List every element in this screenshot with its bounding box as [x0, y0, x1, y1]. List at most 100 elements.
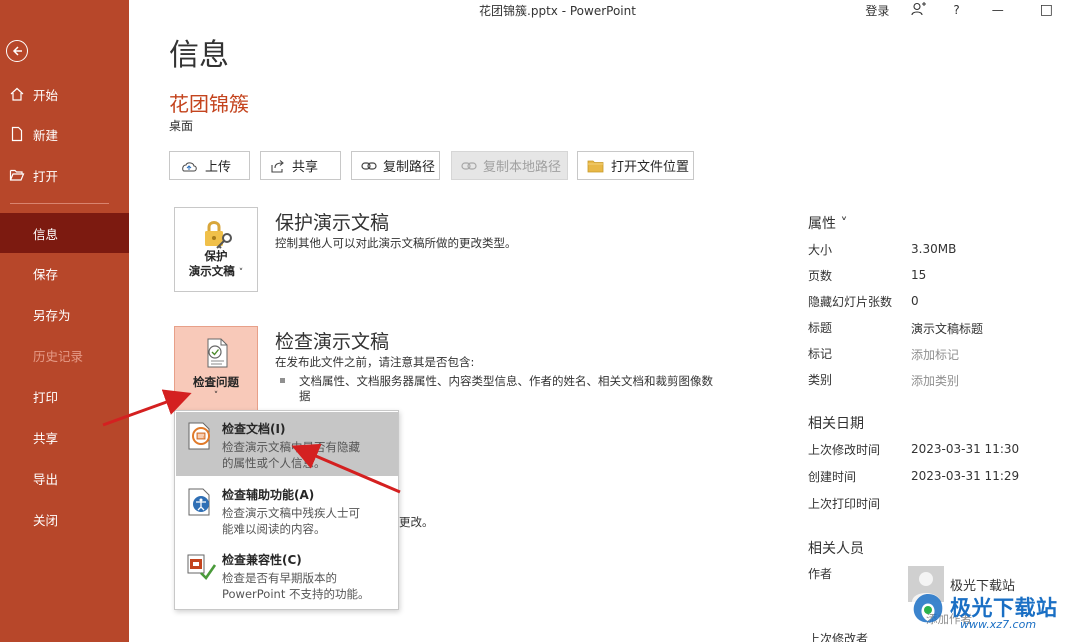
nav-home-label: 开始 [33, 87, 59, 103]
compatibility-icon [187, 554, 217, 581]
title-bar-controls: 登录 ? — □ [865, 0, 1066, 20]
add-category-field[interactable]: 添加类别 [911, 372, 959, 389]
nav-new-label: 新建 [33, 127, 59, 143]
help-button[interactable]: ? [953, 3, 959, 17]
inspect-description: 在发布此文件之前，请注意其是否包含: [275, 355, 475, 369]
nav-print-label: 打印 [33, 389, 59, 405]
accessibility-icon [188, 488, 210, 516]
maximize-button[interactable]: □ [1040, 2, 1053, 18]
back-arrow-icon[interactable] [6, 40, 28, 62]
cloud-upload-icon [182, 161, 197, 171]
backstage-sidebar: 开始 新建 打开 信息 保存 另存为 历史记录 打印 共享 导出 关闭 [0, 0, 129, 642]
prop-value: 3.30MB [911, 242, 957, 256]
menu-item-title: 检查文档(I) [222, 422, 286, 436]
nav-history-label: 历史记录 [33, 348, 84, 364]
menu-item-description: 检查是否有早期版本的 PowerPoint 不支持的功能。 [222, 571, 370, 601]
bullet-marker [280, 378, 285, 383]
nav-save-as[interactable]: 另存为 [0, 294, 129, 334]
protect-card-line2: 演示文稿 ˅ [188, 264, 244, 278]
prop-label: 类别 [808, 373, 833, 387]
nav-share-label: 共享 [33, 430, 59, 446]
menu-item-inspect-document[interactable]: 检查文档(I) 检查演示文稿中是否有隐藏 的属性或个人信息。 [176, 412, 398, 476]
prop-label: 页数 [808, 269, 833, 283]
properties-heading[interactable]: 属性 ˅ [808, 213, 847, 233]
watermark-url: www.xz7.com [960, 618, 1037, 631]
menu-item-check-accessibility[interactable]: 检查辅助功能(A) 检查演示文稿中残疾人士可 能难以阅读的内容。 [176, 478, 398, 542]
add-tags-field[interactable]: 添加标记 [911, 346, 959, 363]
nav-save-label: 保存 [33, 266, 59, 282]
watermark-logo [913, 594, 943, 623]
upload-button[interactable]: 上传 [169, 151, 250, 180]
inspect-card-label: 检查问题 [193, 375, 239, 389]
date-label: 上次修改时间 [808, 443, 881, 457]
related-dates-heading: 相关日期 [808, 416, 864, 432]
inspect-dropdown-menu: 检查文档(I) 检查演示文稿中是否有隐藏 的属性或个人信息。 检查辅助功能(A) … [174, 410, 399, 610]
prop-title-value[interactable]: 演示文稿标题 [911, 320, 983, 337]
related-people-heading: 相关人员 [808, 541, 864, 557]
copy-local-path-label: 复制本地路径 [483, 160, 562, 175]
prop-value: 15 [911, 268, 927, 282]
folder-icon [587, 160, 604, 172]
nav-info-label: 信息 [33, 226, 59, 242]
nav-open[interactable]: 打开 [0, 155, 129, 195]
menu-item-description: 检查演示文稿中是否有隐藏 的属性或个人信息。 [222, 440, 360, 470]
chevron-down-icon: ˅ [238, 268, 244, 278]
author-label: 作者 [808, 567, 833, 581]
account-icon[interactable] [911, 1, 927, 19]
date-value: 2023-03-31 11:30 [911, 442, 1020, 456]
open-file-location-label: 打开文件位置 [611, 160, 690, 175]
home-icon [10, 87, 24, 101]
obscured-text: 更改。 [399, 515, 434, 529]
nav-close-label: 关闭 [33, 512, 59, 528]
nav-close[interactable]: 关闭 [0, 499, 129, 539]
document-location: 桌面 [169, 119, 194, 133]
menu-item-title: 检查辅助功能(A) [222, 488, 315, 502]
nav-save[interactable]: 保存 [0, 253, 129, 293]
date-value: 2023-03-31 11:29 [911, 469, 1020, 483]
share-button[interactable]: 共享 [260, 151, 341, 180]
inspect-title: 检查演示文稿 [275, 331, 390, 353]
link-icon [361, 161, 377, 170]
upload-label: 上传 [205, 160, 232, 175]
nav-print[interactable]: 打印 [0, 376, 129, 416]
share-icon [271, 159, 284, 173]
protect-title: 保护演示文稿 [275, 212, 390, 234]
prop-label: 隐藏幻灯片张数 [808, 295, 893, 309]
nav-info[interactable]: 信息 [0, 213, 129, 253]
chevron-down-icon: ˅ [213, 391, 219, 401]
menu-item-check-compatibility[interactable]: 检查兼容性(C) 检查是否有早期版本的 PowerPoint 不支持的功能。 [176, 543, 398, 607]
nav-history: 历史记录 [0, 335, 129, 375]
copy-local-path-button: 复制本地路径 [451, 151, 568, 180]
nav-save-as-label: 另存为 [33, 307, 71, 323]
annotation-arrows [102, 389, 401, 494]
folder-open-icon [9, 169, 25, 181]
prop-value: 0 [911, 294, 919, 308]
prop-label: 标记 [808, 347, 833, 361]
nav-new[interactable]: 新建 [0, 114, 129, 154]
share-label: 共享 [292, 160, 319, 175]
menu-item-title: 检查兼容性(C) [222, 553, 302, 567]
nav-home[interactable]: 开始 [0, 74, 129, 114]
nav-open-label: 打开 [33, 168, 59, 184]
login-link[interactable]: 登录 [865, 2, 889, 19]
link-icon [461, 161, 477, 170]
inspect-bullet-line2: 据 [299, 389, 311, 403]
protect-description: 控制其他人可以对此演示文稿所做的更改类型。 [275, 236, 517, 250]
date-label: 创建时间 [808, 470, 857, 484]
prop-label: 标题 [808, 321, 833, 335]
open-file-location-button[interactable]: 打开文件位置 [577, 151, 694, 180]
nav-divider [10, 203, 109, 204]
title-bar: 花团锦簇.pptx - PowerPoint 登录 ? — □ [129, 0, 1066, 20]
copy-path-button[interactable]: 复制路径 [351, 151, 440, 180]
protect-presentation-card[interactable]: 保护 演示文稿 ˅ [174, 207, 258, 292]
inspect-bullet-line1: 文档属性、文档服务器属性、内容类型信息、作者的姓名、相关文档和裁剪图像数 [299, 374, 713, 388]
nav-export-label: 导出 [33, 471, 59, 487]
copy-path-label: 复制路径 [383, 160, 436, 175]
inspect-issues-card[interactable]: 检查问题 ˅ [174, 326, 258, 411]
nav-export[interactable]: 导出 [0, 458, 129, 498]
minimize-button[interactable]: — [992, 3, 1004, 17]
menu-item-description: 检查演示文稿中残疾人士可 能难以阅读的内容。 [222, 506, 360, 536]
new-file-icon [11, 126, 23, 142]
inspect-document-icon [188, 422, 210, 450]
nav-share[interactable]: 共享 [0, 417, 129, 457]
